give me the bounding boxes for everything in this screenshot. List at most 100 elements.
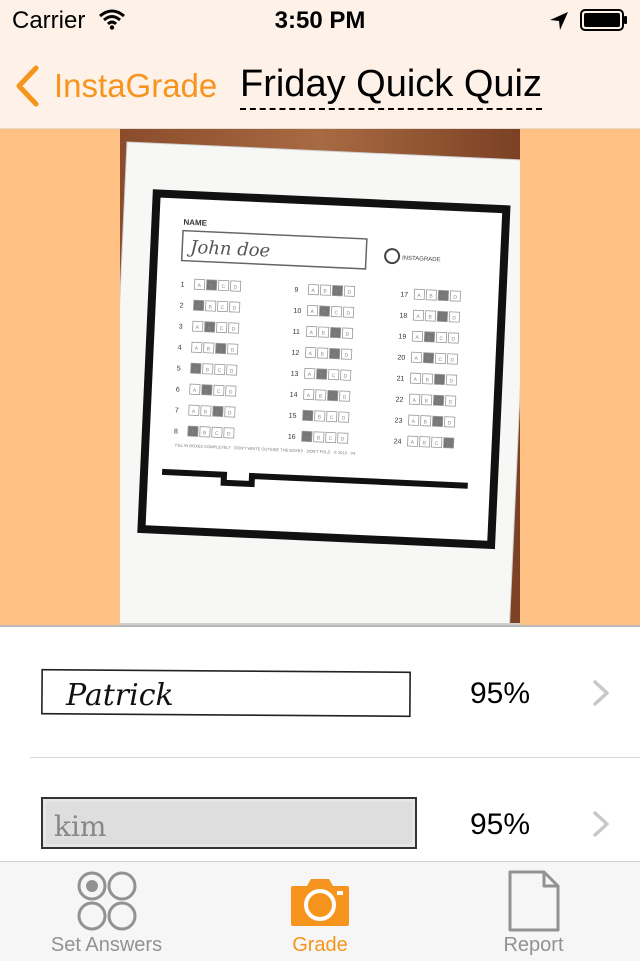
bubble-letter: C: [333, 331, 337, 337]
question-number: 2: [179, 303, 183, 310]
bubble-letter: C: [331, 373, 335, 379]
question-number: 3: [179, 324, 183, 331]
bubble-letter: C: [220, 305, 224, 311]
bubble-letter: D: [229, 389, 233, 395]
question-number: 16: [288, 434, 296, 441]
bubble-letter: C: [219, 326, 223, 332]
bubble-letter: D: [227, 431, 231, 437]
question-number: 5: [177, 365, 181, 372]
bubble-letter: C: [329, 436, 333, 442]
question-number: 1: [180, 282, 184, 289]
bubble-letter: C: [440, 315, 444, 321]
question-number: 11: [292, 329, 300, 336]
battery-icon: [580, 9, 627, 31]
bubble-letter: C: [221, 284, 225, 290]
question-number: 7: [175, 407, 179, 414]
bubble-letter: D: [341, 436, 345, 442]
tab-label: Grade: [292, 934, 348, 956]
bubble-letter: C: [441, 294, 445, 300]
list-item[interactable]: Patrick 95%: [0, 627, 640, 758]
question-number: 4: [178, 345, 182, 352]
bubble-letter: D: [451, 336, 455, 342]
bubble-letter: C: [219, 347, 223, 353]
bubble-letter: D: [343, 374, 347, 380]
bubble-letter: D: [233, 284, 237, 290]
question-number: 18: [399, 313, 407, 320]
handwritten-name-image: kim: [41, 797, 417, 849]
bubble-letter: D: [231, 347, 235, 353]
report-icon: [508, 870, 559, 932]
bubble-letter: C: [218, 368, 222, 374]
question-number: 14: [290, 392, 298, 399]
question-number: 12: [291, 350, 299, 357]
tab-bar: Set Answers Grade Report: [0, 861, 640, 961]
bubble-letter: D: [347, 290, 351, 296]
bubble-letter: C: [437, 378, 441, 384]
sheet-student-name: John doe: [186, 237, 271, 262]
camera-icon: [291, 879, 349, 926]
tab-set-answers[interactable]: Set Answers: [0, 862, 213, 961]
graded-sheets-list: Patrick 95% kim 95%: [0, 627, 640, 861]
scan-preview-area: NAME John doe INSTAGRADE 1ABCD2ABCD3ABCD…: [0, 129, 640, 627]
chevron-right-icon: [593, 680, 609, 706]
question-number: 17: [400, 292, 408, 299]
bubble-letter: D: [448, 399, 452, 405]
handwritten-name-image: Patrick: [41, 668, 411, 718]
bubble-letter: D: [446, 441, 450, 447]
question-number: 22: [395, 396, 403, 403]
top-bar: Carrier 3:50 PM InstaGrade Friday Quick …: [0, 0, 640, 129]
bubble-letter: D: [447, 420, 451, 426]
status-bar: Carrier 3:50 PM: [0, 0, 640, 40]
clock: 3:50 PM: [274, 7, 366, 34]
result-name: kim: [54, 810, 106, 843]
question-number: 21: [396, 375, 404, 382]
bubble-letter: D: [230, 368, 234, 374]
bubble-letter: D: [343, 395, 347, 401]
bubble-letter: C: [217, 389, 221, 395]
back-button[interactable]: InstaGrade: [14, 64, 217, 108]
quiz-title-field[interactable]: Friday Quick Quiz: [240, 62, 542, 110]
bubble-letter: D: [346, 311, 350, 317]
chevron-right-icon: [593, 811, 609, 837]
answer-sheet-image: NAME John doe INSTAGRADE 1 A B C D2 A B C D3 A B C D…: [120, 129, 520, 625]
bubble-letter: C: [332, 352, 336, 358]
bubble-letter: C: [436, 399, 440, 405]
sheet-name-label: NAME: [183, 218, 208, 228]
bubble-letter: C: [331, 394, 335, 400]
bubble-letter: D: [231, 326, 235, 332]
question-number: 15: [289, 413, 297, 420]
back-button-label: InstaGrade: [54, 67, 218, 104]
bubble-letter: C: [334, 310, 338, 316]
tab-report[interactable]: Report: [427, 862, 640, 961]
question-number: 23: [394, 417, 402, 424]
question-number: 9: [294, 287, 298, 294]
question-number: 24: [394, 438, 402, 445]
tab-label: Set Answers: [50, 934, 163, 956]
bubble-letter: D: [342, 416, 346, 422]
bubble-letter: D: [344, 353, 348, 359]
question-number: 10: [293, 308, 301, 315]
bubble-letter: D: [228, 410, 232, 416]
navigation-bar: InstaGrade Friday Quick Quiz: [0, 40, 640, 128]
bubble-letter: D: [453, 294, 457, 300]
result-score: 95%: [470, 808, 531, 841]
question-number: 19: [398, 334, 406, 341]
bubble-letter: C: [434, 441, 438, 447]
question-number: 20: [397, 354, 405, 361]
question-number: 6: [176, 386, 180, 393]
bubble-letter: C: [215, 431, 219, 437]
result-score: 95%: [470, 677, 531, 710]
scanned-answer-sheet-photo[interactable]: NAME John doe INSTAGRADE 1ABCD2ABCD3ABCD…: [120, 129, 520, 625]
bubble-letter: D: [232, 305, 236, 311]
bubble-letter: D: [449, 378, 453, 384]
bubble-letter: C: [335, 289, 339, 295]
result-name: Patrick: [65, 678, 174, 713]
chevron-left-icon: [16, 65, 39, 107]
question-number: 8: [174, 428, 178, 435]
bubble-letter: D: [452, 315, 456, 321]
bubble-letter: C: [438, 357, 442, 363]
bubble-letter: C: [330, 415, 334, 421]
tab-label: Report: [503, 934, 564, 956]
tab-grade[interactable]: Grade: [213, 862, 427, 961]
bubble-letter: C: [439, 336, 443, 342]
